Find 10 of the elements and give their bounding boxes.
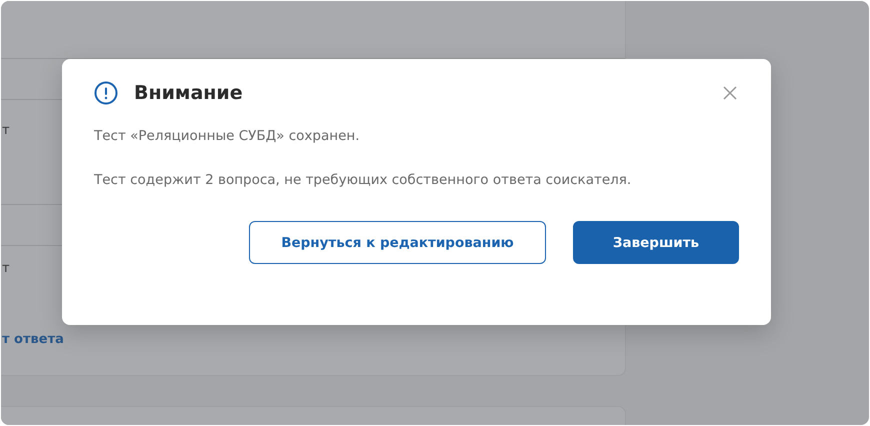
message-text: Тест содержит 2 вопроса, не требующих собственного ответа соискателя. bbox=[94, 171, 632, 190]
row-text: т bbox=[2, 123, 10, 138]
dialog-title: Внимание bbox=[134, 82, 244, 104]
finish-button[interactable]: Завершить bbox=[573, 221, 739, 264]
answer-link[interactable]: т ответа bbox=[2, 332, 64, 347]
close-icon[interactable] bbox=[723, 86, 737, 100]
back-to-edit-button[interactable]: Вернуться к редактированию bbox=[249, 221, 546, 264]
info-icon bbox=[94, 81, 118, 105]
message-text: Тест «Реляционные СУБД» сохранен. bbox=[94, 127, 360, 146]
row-text: т bbox=[2, 261, 10, 276]
